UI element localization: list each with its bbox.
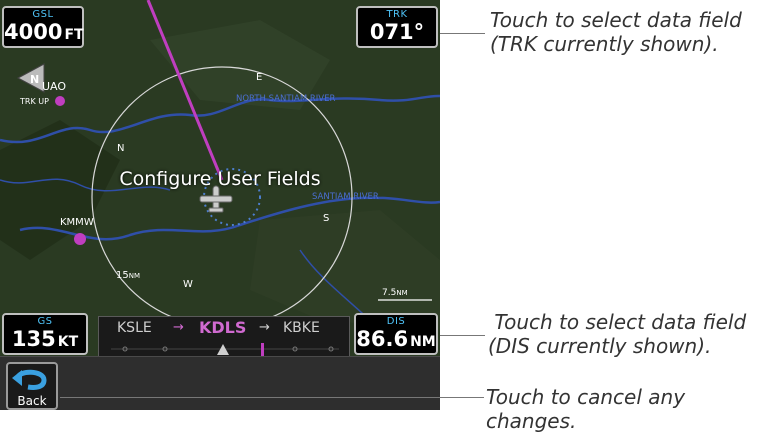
map-scale-label: 7.5NM (382, 288, 408, 298)
dis-field-value: 86.6 NM (356, 327, 436, 351)
river-label-santiam: SANTIAM RIVER (312, 192, 379, 202)
back-leader-line (60, 397, 484, 398)
bottom-button-bar (0, 356, 440, 410)
gsl-field-value: 4000 FT (4, 20, 84, 44)
dis-leader-line (440, 335, 485, 336)
compass-e: E (256, 72, 263, 83)
north-indicator: N (30, 73, 40, 86)
trk-leader-line (440, 33, 485, 34)
waypoint-marker-icon (261, 343, 264, 357)
compass-s: S (323, 213, 330, 224)
route-arrow-icon: → (259, 320, 270, 335)
back-button-label: Back (17, 394, 47, 408)
dis-callout: Touch to select data field (DIS currentl… (488, 310, 747, 358)
map-screen: N TRK UP UAO KMMW NORTH SANTIAM RIVER SA… (0, 0, 440, 410)
back-button[interactable]: Back (6, 362, 58, 410)
trk-field-value: 071° (369, 20, 425, 44)
compass-w: W (183, 279, 193, 290)
compass-n: N (117, 143, 125, 154)
airport-label-kmmw: KMMW (60, 217, 94, 228)
range-ring-label: 15NM (116, 270, 141, 281)
airport-marker-uao (55, 96, 65, 106)
trk-field-label: TRK (386, 9, 408, 20)
dis-field-label: DIS (386, 316, 406, 327)
back-callout: Touch to cancel any changes. (486, 385, 686, 433)
back-arrow-icon (12, 369, 47, 390)
airport-marker-kmmw (74, 233, 86, 245)
page-title: Configure User Fields (119, 168, 321, 190)
gsl-field-label: GSL (32, 9, 54, 20)
airport-label-uao: UAO (42, 80, 67, 93)
gsl-data-field[interactable]: GSL 4000 FT (2, 6, 84, 48)
river-label-north-santiam: NORTH SANTIAM RIVER (236, 94, 336, 104)
gs-field-value: 135 KT (11, 327, 79, 351)
orientation-label: TRK UP (20, 97, 49, 106)
route-to-waypoint: KBKE (283, 320, 320, 336)
active-route-bar: KSLE → KDLS → KBKE (98, 316, 350, 358)
dis-data-field[interactable]: DIS 86.6 NM (354, 313, 438, 355)
route-active-waypoint: KDLS (199, 318, 247, 337)
gs-field-label: GS (37, 316, 53, 327)
route-from-waypoint: KSLE (117, 320, 152, 336)
trk-data-field[interactable]: TRK 071° (356, 6, 438, 48)
gs-data-field[interactable]: GS 135 KT (2, 313, 88, 355)
route-progress-track (111, 343, 339, 357)
trk-callout: Touch to select data field (TRK currentl… (490, 8, 742, 56)
route-arrow-icon: → (173, 320, 184, 335)
